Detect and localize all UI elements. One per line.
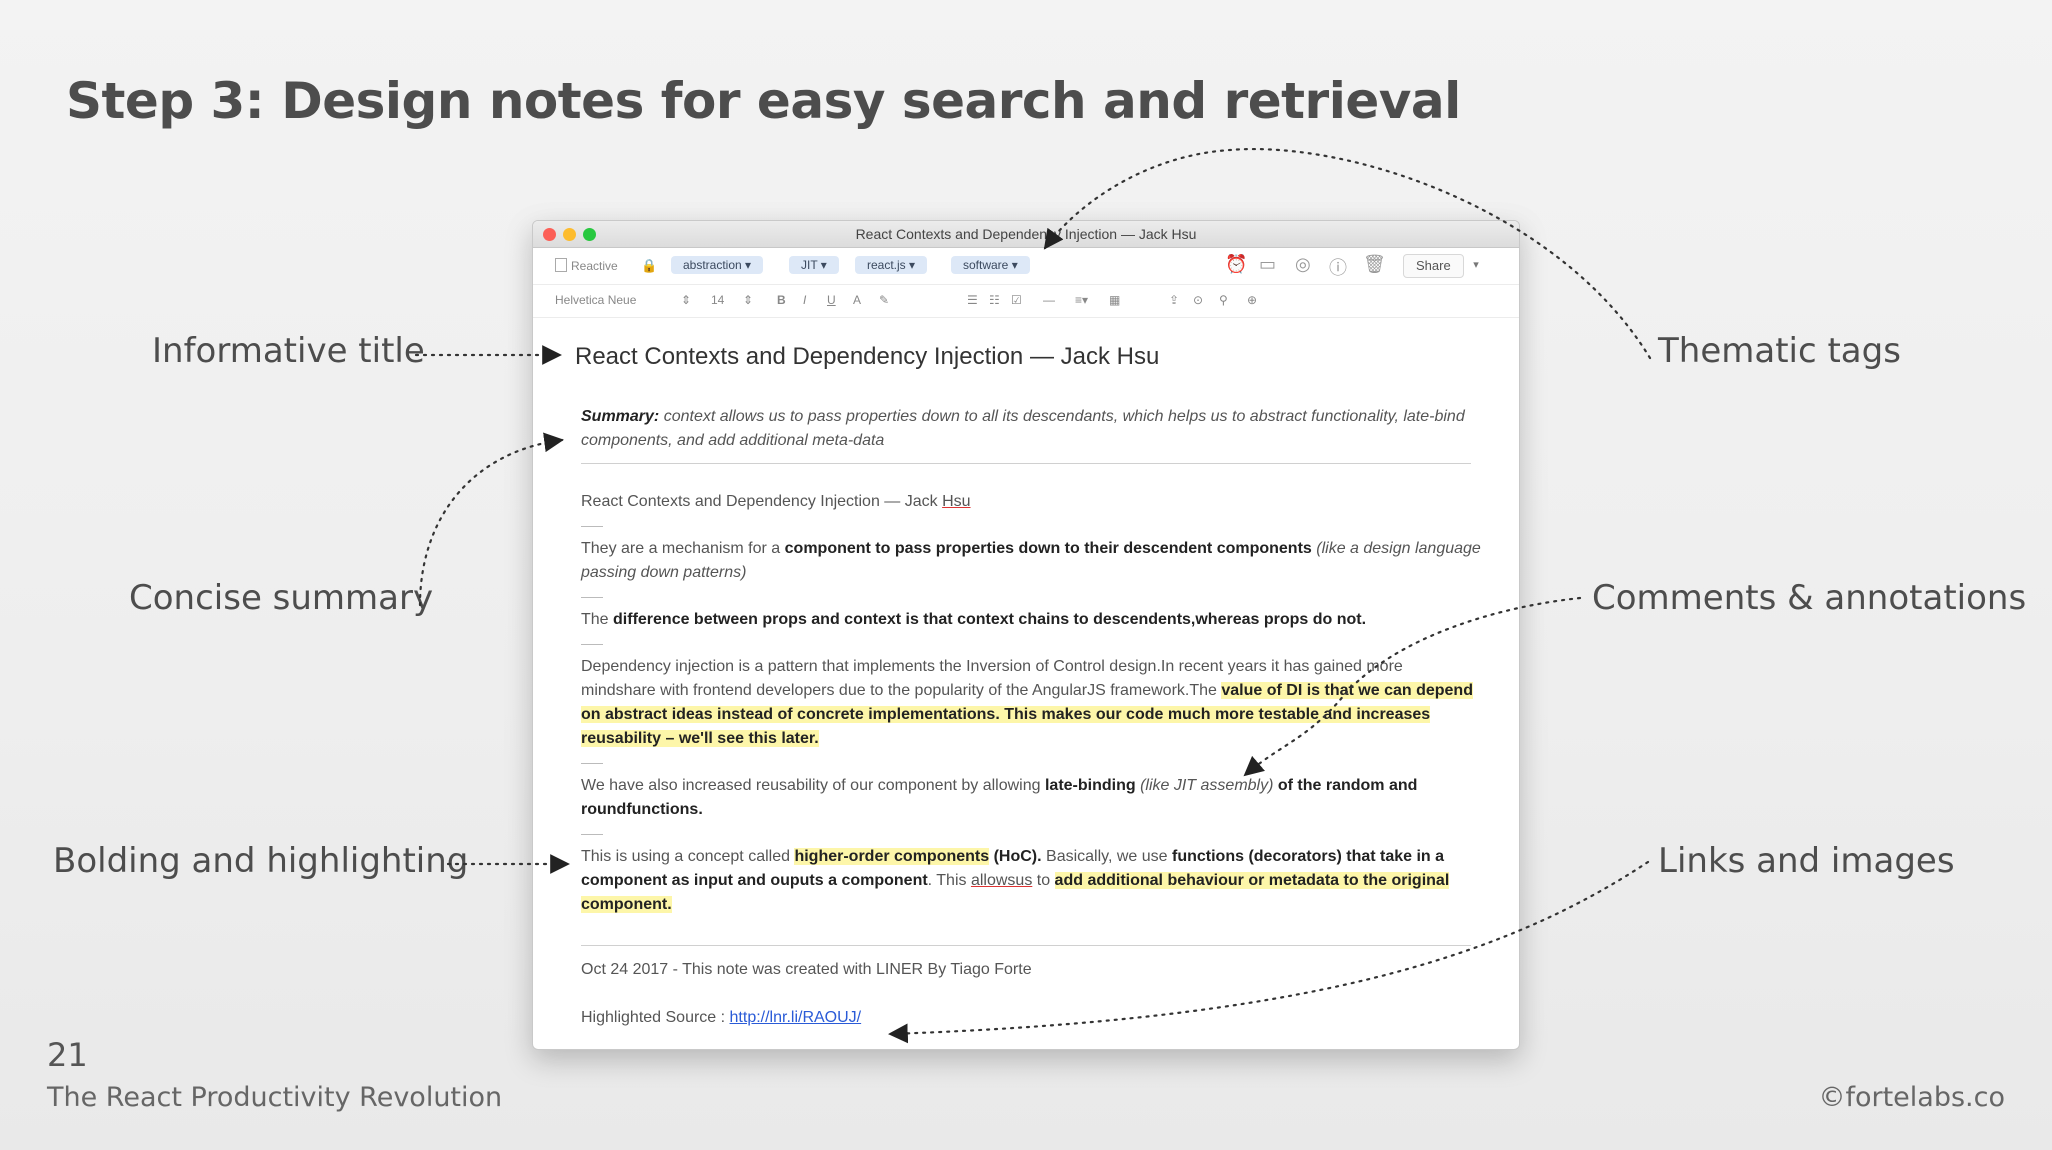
font-size-stepper-icon[interactable]: ⇕ xyxy=(743,293,753,307)
paragraph-2: The difference between props and context… xyxy=(581,611,1367,628)
summary-paragraph: Summary: context allows us to pass prope… xyxy=(581,405,1481,453)
divider xyxy=(581,526,603,527)
bullet-list-icon[interactable]: ☰ xyxy=(967,293,978,307)
summary-text: context allows us to pass properties dow… xyxy=(581,408,1465,449)
tag-jit[interactable]: JIT ▾ xyxy=(789,256,839,274)
note-body[interactable]: Summary: context allows us to pass prope… xyxy=(581,405,1481,1030)
font-family-stepper-icon[interactable]: ⇕ xyxy=(681,293,691,307)
format-toolbar: Helvetica Neue ⇕ 14 ⇕ B I U A ✎ ☰ ☷ ☑ — … xyxy=(533,285,1519,318)
font-size-select[interactable]: 14 xyxy=(711,293,724,307)
note-toolbar: Reactive 🔒 abstraction ▾ JIT ▾ react.js … xyxy=(533,248,1519,285)
label-links-images: Links and images xyxy=(1658,841,1955,881)
reminder-icon[interactable]: ⏰ xyxy=(1225,254,1247,275)
highlighted-text: higher-order components xyxy=(794,848,990,865)
table-icon[interactable]: ▦ xyxy=(1109,293,1120,307)
tag-reactjs[interactable]: react.js ▾ xyxy=(855,256,928,274)
present-icon[interactable]: ▭ xyxy=(1259,254,1276,275)
paragraph-5: This is using a concept called higher-or… xyxy=(581,848,1450,913)
divider-icon[interactable]: — xyxy=(1043,293,1055,307)
divider xyxy=(581,644,603,645)
paragraph-3: Dependency injection is a pattern that i… xyxy=(581,658,1473,747)
underline-icon[interactable]: U xyxy=(827,293,836,307)
align-icon[interactable]: ≡▾ xyxy=(1075,293,1088,307)
label-bolding-highlighting: Bolding and highlighting xyxy=(53,841,469,881)
paragraph-4: We have also increased reusability of ou… xyxy=(581,777,1418,818)
italic-icon[interactable]: I xyxy=(803,293,806,307)
numbered-list-icon[interactable]: ☷ xyxy=(989,293,1000,307)
divider xyxy=(581,597,603,598)
tag-software[interactable]: software ▾ xyxy=(951,256,1030,274)
window-titlebar[interactable]: React Contexts and Dependency Injection … xyxy=(533,221,1519,248)
eraser-icon[interactable]: ✎ xyxy=(879,293,889,307)
label-comments-annotations: Comments & annotations xyxy=(1592,578,2027,618)
slide-subtitle: The React Productivity Revolution xyxy=(47,1082,503,1113)
record-icon[interactable]: ⊙ xyxy=(1193,293,1203,307)
attachment-icon[interactable]: ⇪ xyxy=(1169,293,1179,307)
divider xyxy=(581,763,603,764)
source-link[interactable]: http://lnr.li/RAOUJ/ xyxy=(730,1009,862,1026)
summary-divider xyxy=(581,463,1471,464)
footer-divider xyxy=(581,945,1471,946)
notebook-icon xyxy=(555,258,567,272)
highlight-icon[interactable]: A xyxy=(853,293,861,307)
notebook-selector[interactable]: Reactive xyxy=(555,258,618,273)
link-icon[interactable]: ⚲ xyxy=(1219,293,1228,307)
label-concise-summary: Concise summary xyxy=(129,578,434,618)
note-footer-line: Oct 24 2017 - This note was created with… xyxy=(581,961,1032,978)
bold-icon[interactable]: B xyxy=(777,293,786,307)
slide-number: 21 xyxy=(47,1036,88,1074)
tag-abstraction[interactable]: abstraction ▾ xyxy=(671,256,764,274)
shortcut-icon[interactable]: ◎ xyxy=(1295,254,1311,275)
lock-format-icon[interactable]: ⊕ xyxy=(1247,293,1257,307)
paragraph-1: They are a mechanism for a component to … xyxy=(581,540,1481,581)
slide-title: Step 3: Design notes for easy search and… xyxy=(66,72,1461,130)
lock-icon[interactable]: 🔒 xyxy=(641,258,657,274)
divider xyxy=(581,834,603,835)
note-title[interactable]: React Contexts and Dependency Injection … xyxy=(575,343,1159,371)
notebook-name: Reactive xyxy=(571,259,618,273)
note-window: React Contexts and Dependency Injection … xyxy=(532,220,1520,1050)
checkbox-icon[interactable]: ☑ xyxy=(1011,293,1022,307)
info-icon[interactable]: ⓘ xyxy=(1329,254,1347,280)
label-informative-title: Informative title xyxy=(152,331,425,371)
trash-icon[interactable]: 🗑 xyxy=(1363,254,1386,275)
copyright: ©fortelabs.co xyxy=(1818,1082,2005,1113)
chevron-down-icon[interactable]: ▾ xyxy=(1465,254,1487,276)
window-title: React Contexts and Dependency Injection … xyxy=(855,226,1197,242)
font-family-select[interactable]: Helvetica Neue xyxy=(555,293,636,307)
source-line: Highlighted Source : http://lnr.li/RAOUJ… xyxy=(581,1009,862,1026)
summary-label: Summary: xyxy=(581,408,660,425)
note-heading: React Contexts and Dependency Injection … xyxy=(581,493,971,510)
label-thematic-tags: Thematic tags xyxy=(1658,331,1901,371)
share-button[interactable]: Share xyxy=(1403,254,1464,278)
